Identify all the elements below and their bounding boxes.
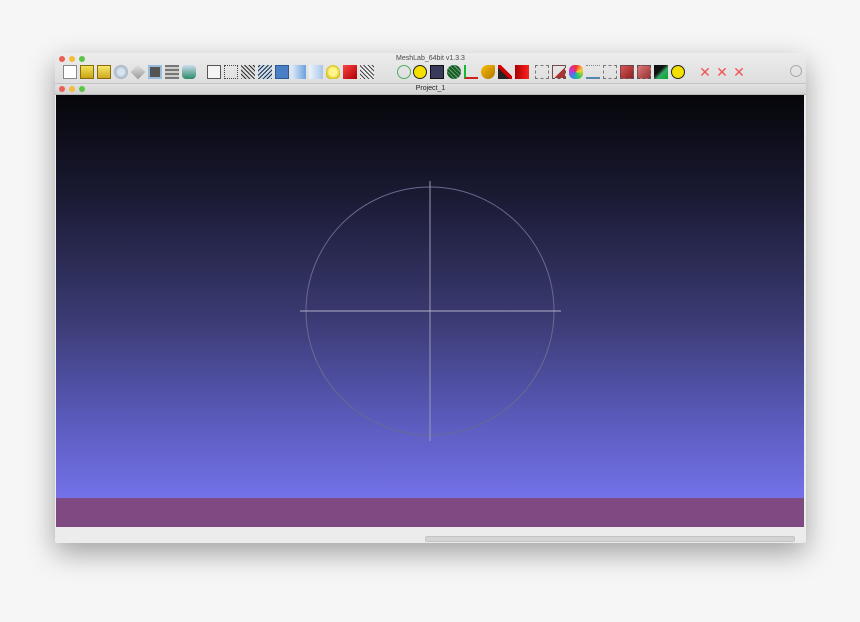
new-project-icon[interactable]	[63, 65, 77, 79]
trackball-overlay	[300, 181, 561, 441]
culling-icon[interactable]	[360, 65, 374, 79]
save-icon[interactable]	[130, 64, 146, 80]
axis-icon[interactable]	[464, 65, 478, 79]
info-icon[interactable]	[671, 65, 685, 79]
trackball-icon[interactable]	[397, 65, 411, 79]
green-mesh-icon[interactable]	[447, 65, 461, 79]
app-title: MeshLab_64bit v1.3.3	[396, 55, 465, 62]
delete-face-icon[interactable]: ✕	[715, 65, 729, 79]
measure-icon[interactable]	[586, 65, 600, 79]
ground-band	[56, 498, 804, 527]
select-vertex-icon[interactable]	[552, 65, 566, 79]
align-icon[interactable]	[535, 65, 549, 79]
delete-vertex-icon[interactable]: ✕	[698, 65, 712, 79]
hidden-lines-icon[interactable]	[258, 65, 272, 79]
paint-icon[interactable]	[481, 65, 495, 79]
open-project-icon[interactable]	[80, 65, 94, 79]
annotation-icon[interactable]	[413, 65, 427, 79]
color-icon[interactable]	[182, 65, 196, 79]
toolbar: ✕ ✕ ✕	[61, 64, 802, 82]
search-icon[interactable]	[790, 65, 802, 77]
select-faces-icon[interactable]	[603, 65, 617, 79]
open-mesh-icon[interactable]	[97, 65, 111, 79]
status-bar	[55, 527, 806, 543]
meshlab-window: MeshLab_64bit v1.3.3 ✕ ✕ ✕ Project_1	[55, 53, 806, 543]
light-icon[interactable]	[326, 65, 340, 79]
document-titlebar: Project_1	[55, 83, 806, 95]
raster-icon[interactable]	[654, 65, 668, 79]
select-area-icon[interactable]	[637, 65, 651, 79]
document-title: Project_1	[415, 85, 446, 92]
manipulator-icon[interactable]	[569, 65, 583, 79]
layers-icon[interactable]	[165, 65, 179, 79]
flat-icon[interactable]	[275, 65, 289, 79]
bbox-icon[interactable]	[207, 65, 221, 79]
3d-viewport[interactable]	[56, 95, 804, 498]
smooth-icon[interactable]	[292, 65, 306, 79]
brush-icon[interactable]	[498, 65, 512, 79]
texture-icon[interactable]	[309, 65, 323, 79]
pickpoints-icon[interactable]	[515, 65, 529, 79]
mesh-dark-icon[interactable]	[430, 65, 444, 79]
horizontal-scrollbar[interactable]	[425, 536, 795, 542]
fancy-light-icon[interactable]	[343, 65, 357, 79]
app-titlebar: MeshLab_64bit v1.3.3 ✕ ✕ ✕	[55, 53, 806, 83]
wireframe-icon[interactable]	[241, 65, 255, 79]
delete-both-icon[interactable]: ✕	[732, 65, 746, 79]
reload-icon[interactable]	[114, 65, 128, 79]
points-icon[interactable]	[224, 65, 238, 79]
select-connected-icon[interactable]	[620, 65, 634, 79]
snapshot-icon[interactable]	[148, 65, 162, 79]
